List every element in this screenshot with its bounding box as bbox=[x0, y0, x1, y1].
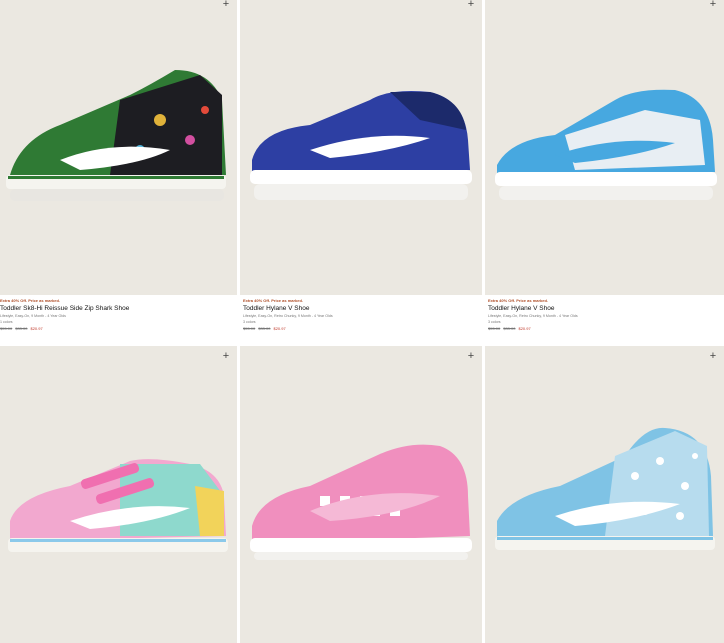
final-price: $20.97 bbox=[518, 326, 531, 331]
color-count: 3 colors bbox=[243, 320, 256, 324]
blue-low-top-shoe-icon bbox=[250, 91, 472, 200]
product-card[interactable]: + Extra 40% Off. Price as marked. Toddle… bbox=[240, 0, 482, 343]
product-description: Lifestyle, Easy-On, Retro Chunky, 9 Mont… bbox=[488, 314, 578, 318]
color-count: 3 colors bbox=[488, 320, 501, 324]
product-card[interactable]: + Extra 40% Off. Price as marked. Toddle… bbox=[485, 0, 724, 343]
final-price: $20.97 bbox=[30, 326, 43, 331]
price-row: $55.00 $33.00 $20.97 bbox=[488, 326, 718, 332]
pink-checkerboard-shoe-icon bbox=[250, 444, 472, 560]
product-image[interactable]: + bbox=[485, 0, 724, 295]
final-price: $20.97 bbox=[273, 326, 286, 331]
product-image[interactable]: + bbox=[485, 346, 724, 643]
promo-text: Extra 40% Off. Price as marked. bbox=[0, 298, 61, 303]
product-image[interactable]: + bbox=[240, 0, 482, 295]
price-row: $55.00 $33.00 $20.97 bbox=[243, 326, 473, 332]
floral-blue-hi-top-shoe-icon bbox=[495, 427, 715, 550]
product-card[interactable]: + bbox=[0, 346, 237, 643]
price-row: $55.00 $33.00 $20.97 bbox=[0, 326, 230, 332]
sale-price: $33.00 bbox=[258, 326, 271, 331]
product-name[interactable]: Toddler Sk8-Hi Reissue Side Zip Shark Sh… bbox=[0, 305, 230, 313]
sale-price: $33.00 bbox=[503, 326, 516, 331]
product-name[interactable]: Toddler Hylane V Shoe bbox=[488, 305, 718, 313]
glitter-pastel-velcro-shoe-icon bbox=[8, 459, 228, 552]
product-card[interactable]: + bbox=[240, 346, 482, 643]
product-grid: + Extra 40% Off. Price as marked. Toddle… bbox=[0, 0, 724, 643]
promo-text: Extra 40% Off. Price as marked. bbox=[488, 298, 549, 303]
light-blue-low-top-shoe-icon bbox=[495, 89, 717, 200]
original-price: $55.00 bbox=[243, 326, 256, 331]
sale-price: $33.00 bbox=[15, 326, 28, 331]
color-count: 1 colors bbox=[0, 320, 13, 324]
original-price: $55.00 bbox=[0, 326, 13, 331]
product-description: Lifestyle, Easy-On, Retro Chunky, 9 Mont… bbox=[243, 314, 333, 318]
product-image[interactable]: + bbox=[0, 346, 237, 643]
product-card[interactable]: + bbox=[485, 346, 724, 643]
green-shark-hi-top-shoe-icon bbox=[6, 70, 226, 201]
product-description: Lifestyle, Easy-On, 9 Month - 4 Year Old… bbox=[0, 314, 66, 318]
original-price: $55.00 bbox=[488, 326, 501, 331]
product-name[interactable]: Toddler Hylane V Shoe bbox=[243, 305, 473, 313]
promo-text: Extra 40% Off. Price as marked. bbox=[243, 298, 304, 303]
product-card[interactable]: + Extra 40% Off. Price as marked. Toddle… bbox=[0, 0, 237, 343]
product-image[interactable]: + bbox=[0, 0, 237, 295]
product-image[interactable]: + bbox=[240, 346, 482, 643]
